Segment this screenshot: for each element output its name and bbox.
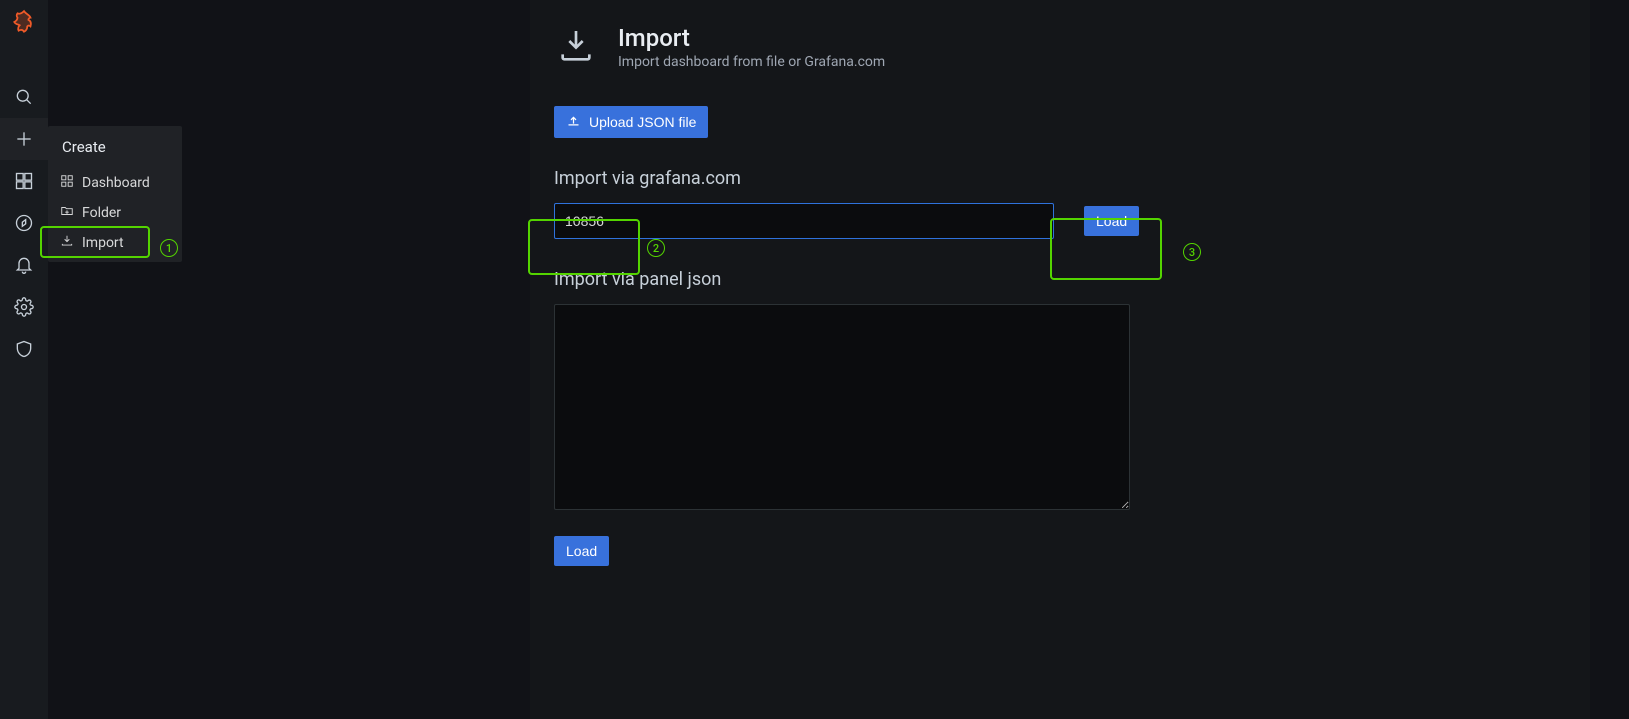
submenu-item-label: Import: [82, 235, 124, 251]
left-sidebar: [0, 0, 48, 719]
import-large-icon: [554, 24, 598, 68]
search-icon[interactable]: [0, 76, 48, 118]
annotation-badge-1: 1: [160, 239, 178, 257]
upload-icon: [566, 113, 581, 131]
import-icon: [60, 234, 74, 252]
submenu-item-folder[interactable]: Folder: [48, 198, 182, 228]
dashboards-icon[interactable]: [0, 160, 48, 202]
grafana-logo-icon[interactable]: [10, 8, 38, 36]
page-title: Import: [618, 24, 885, 52]
submenu-item-dashboard[interactable]: Dashboard: [48, 168, 182, 198]
dashboard-small-icon: [60, 174, 74, 192]
upload-json-button[interactable]: Upload JSON file: [554, 106, 708, 138]
submenu-header: Create: [48, 126, 182, 168]
load-json-button[interactable]: Load: [554, 536, 609, 566]
upload-json-label: Upload JSON file: [589, 114, 696, 130]
page-header: Import Import dashboard from file or Gra…: [554, 24, 1566, 70]
section-import-json: Import via panel json: [554, 269, 1566, 290]
settings-gear-icon[interactable]: [0, 286, 48, 328]
load-label: Load: [1096, 213, 1127, 229]
annotation-badge-2: 2: [647, 239, 665, 257]
panel-json-textarea[interactable]: [554, 304, 1130, 510]
grafana-import-row: Load: [554, 203, 1566, 239]
load-grafana-button[interactable]: Load: [1084, 206, 1139, 236]
plus-icon[interactable]: [0, 118, 48, 160]
grafana-id-input[interactable]: [554, 203, 1054, 239]
alerting-bell-icon[interactable]: [0, 244, 48, 286]
submenu-item-label: Dashboard: [82, 175, 150, 191]
load-label-2: Load: [566, 543, 597, 559]
explore-icon[interactable]: [0, 202, 48, 244]
main-panel: Import Import dashboard from file or Gra…: [530, 0, 1590, 719]
folder-plus-icon: [60, 204, 74, 222]
section-import-grafana: Import via grafana.com: [554, 168, 1566, 189]
shield-icon[interactable]: [0, 328, 48, 370]
annotation-badge-3: 3: [1183, 243, 1201, 261]
page-subtitle: Import dashboard from file or Grafana.co…: [618, 54, 885, 70]
submenu-item-label: Folder: [82, 205, 121, 221]
